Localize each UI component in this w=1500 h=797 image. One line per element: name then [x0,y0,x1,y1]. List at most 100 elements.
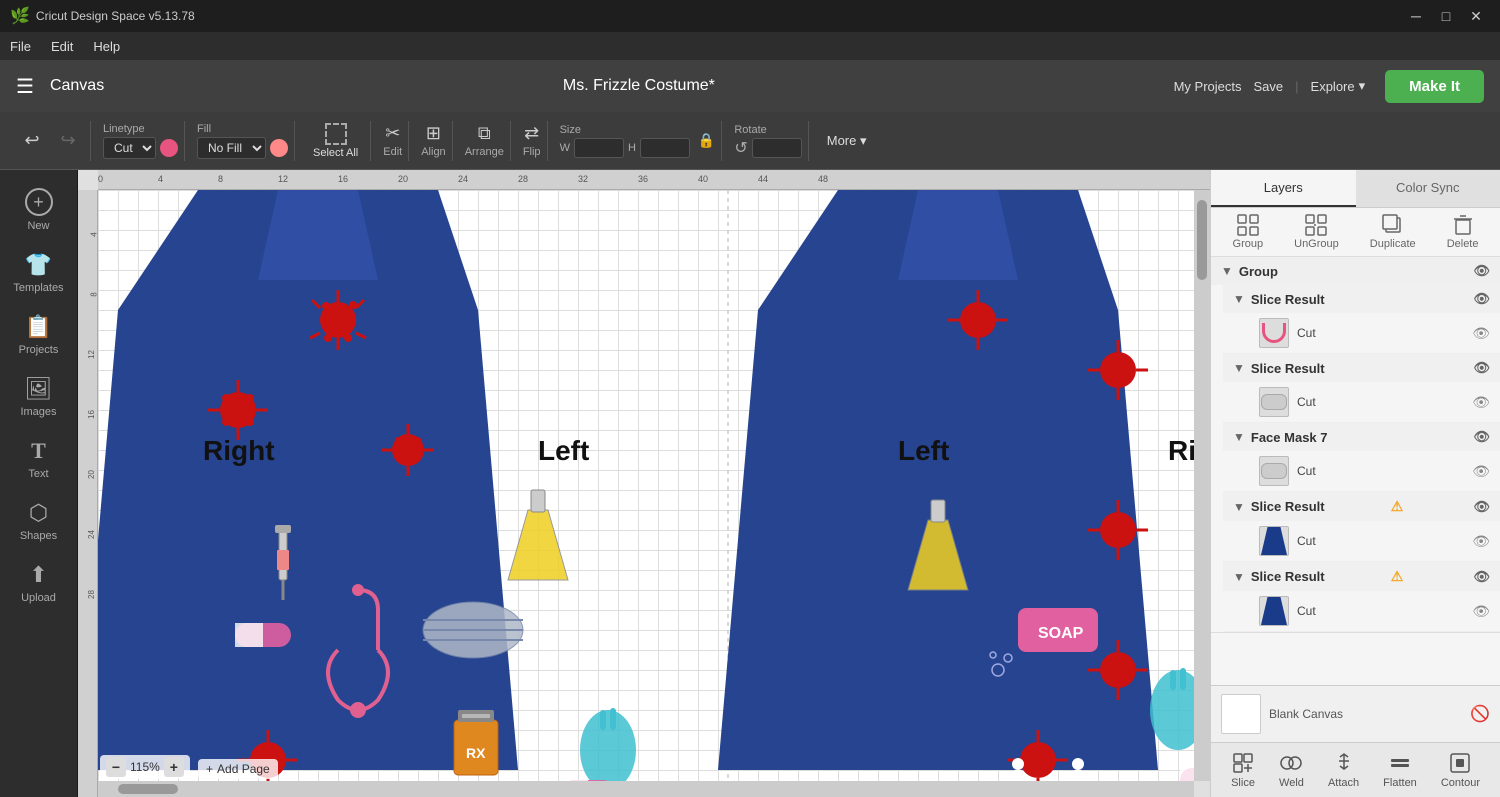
scrollbar-vertical-thumb[interactable] [1197,200,1207,280]
panel-actions: Group UnGroup Duplicate Delete [1211,208,1500,257]
slice3-visibility-icon[interactable]: 👁 [1473,499,1490,515]
slice-result-4-header[interactable]: ▼ Slice Result ⚠ 👁 [1223,562,1500,591]
edit-icon[interactable]: ✂ [385,123,400,144]
sidebar-item-text[interactable]: T Text [4,430,74,488]
flip-label: Flip [523,146,541,158]
sidebar-item-projects[interactable]: 📋 Projects [4,306,74,364]
canvas-content[interactable]: Right Left [98,190,1194,781]
lock-icon[interactable]: 🔒 [698,132,715,149]
contour-button[interactable]: Contour [1441,751,1480,789]
zoom-in-button[interactable]: + [164,757,184,777]
cut5-visibility-icon[interactable]: 👁 [1472,603,1490,620]
cut5-thumb [1259,596,1289,626]
panel-action-bar: Slice Weld Attach Flatten Contour [1211,742,1500,797]
more-button[interactable]: More ▾ [821,133,873,149]
duplicate-label: Duplicate [1370,238,1416,250]
close-button[interactable]: ✕ [1462,2,1490,30]
slice2-visibility-icon[interactable]: 👁 [1473,360,1490,376]
text-label: Text [28,468,48,480]
cut1-item[interactable]: Cut 👁 [1223,313,1500,354]
face-mask-visibility-icon[interactable]: 👁 [1473,429,1490,445]
explore-button[interactable]: Explore▾ [1311,78,1366,94]
maximize-button[interactable]: □ [1432,2,1460,30]
group-header[interactable]: ▼ Group 👁 [1211,257,1500,285]
sidebar-item-shapes[interactable]: ⬡ Shapes [4,492,74,550]
cut4-visibility-icon[interactable]: 👁 [1472,533,1490,550]
size-h-input[interactable] [640,138,690,158]
linetype-color-swatch[interactable] [160,139,178,157]
scrollbar-horizontal-thumb[interactable] [118,784,178,794]
menu-help[interactable]: Help [93,39,120,54]
zoom-out-button[interactable]: − [106,757,126,777]
layers-list[interactable]: ▼ Group 👁 ▼ Slice Result 👁 C [1211,257,1500,685]
cut5-item[interactable]: Cut 👁 [1223,591,1500,632]
h-label: H [628,142,636,154]
face-mask-header[interactable]: ▼ Face Mask 7 👁 [1223,423,1500,451]
menu-edit[interactable]: Edit [51,39,73,54]
tab-color-sync[interactable]: Color Sync [1356,170,1500,207]
undo-redo-section: ↩ ↪ [10,121,91,161]
align-label: Align [421,146,445,158]
slice-result-1-header[interactable]: ▼ Slice Result 👁 [1223,285,1500,313]
redo-button[interactable]: ↪ [52,125,84,157]
sidebar-item-new[interactable]: + New [4,180,74,240]
cut2-item[interactable]: Cut 👁 [1223,382,1500,423]
canvas-area[interactable]: 0 4 8 12 16 20 24 28 32 36 40 44 48 4 8 … [78,170,1210,797]
duplicate-icon [1382,214,1404,236]
align-section: ⊞ Align [415,121,452,161]
scrollbar-vertical[interactable] [1194,190,1210,781]
ungroup-button[interactable]: UnGroup [1294,214,1339,250]
select-all-label: Select All [313,147,358,159]
sidebar-item-upload[interactable]: ⬆ Upload [4,554,74,612]
cut1-visibility-icon[interactable]: 👁 [1472,325,1490,342]
flatten-button[interactable]: Flatten [1383,751,1417,789]
slice-result-3-header[interactable]: ▼ Slice Result ⚠ 👁 [1223,492,1500,521]
cut2-visibility-icon[interactable]: 👁 [1472,394,1490,411]
cut4-item[interactable]: Cut 👁 [1223,521,1500,562]
sidebar-item-templates[interactable]: 👕 Templates [4,244,74,302]
face-mask-label: Face Mask 7 [1251,430,1328,445]
delete-button[interactable]: Delete [1447,214,1479,250]
blank-canvas-visibility-icon[interactable]: 🚫 [1470,704,1490,724]
slice-button[interactable]: Slice [1231,751,1255,789]
rotate-reset-icon[interactable]: ↺ [734,138,747,158]
my-projects-link[interactable]: My Projects [1174,79,1242,94]
add-page-button[interactable]: + Add Page [198,759,278,779]
slice1-visibility-icon[interactable]: 👁 [1473,291,1490,307]
header-divider: | [1295,79,1298,94]
svg-text:RX: RX [466,745,486,761]
rotate-input[interactable] [752,138,802,158]
flip-icon[interactable]: ⇄ [524,123,539,144]
scrollbar-horizontal[interactable] [98,781,1194,797]
slice4-visibility-icon[interactable]: 👁 [1473,569,1490,585]
fill-color-swatch[interactable] [270,139,288,157]
edit-section: ✂ Edit [377,121,409,161]
weld-button[interactable]: Weld [1279,751,1304,789]
save-button[interactable]: Save [1254,79,1284,94]
upload-label: Upload [21,592,56,604]
align-icon[interactable]: ⊞ [426,123,441,144]
slice-result-2-header[interactable]: ▼ Slice Result 👁 [1223,354,1500,382]
make-it-button[interactable]: Make It [1385,70,1484,103]
duplicate-button[interactable]: Duplicate [1370,214,1416,250]
cut3-visibility-icon[interactable]: 👁 [1472,463,1490,480]
minimize-button[interactable]: ─ [1402,2,1430,30]
menu-file[interactable]: File [10,39,31,54]
group-button[interactable]: Group [1233,214,1264,250]
tab-layers[interactable]: Layers [1211,170,1356,207]
select-all-button[interactable]: Select All [307,121,364,161]
linetype-select[interactable]: Cut [103,137,156,159]
canvas-svg: Right Left [98,190,1194,781]
cut3-item[interactable]: Cut 👁 [1223,451,1500,492]
attach-button[interactable]: Attach [1328,751,1359,789]
menubar: File Edit Help [0,32,1500,60]
undo-button[interactable]: ↩ [16,125,48,157]
arrange-icon[interactable]: ⧉ [478,123,491,144]
cut4-thumb-shape [1261,527,1287,555]
hamburger-menu-icon[interactable]: ☰ [16,74,34,99]
fill-select[interactable]: No Fill [197,137,266,159]
sidebar-item-images[interactable]: 🖼 Images [4,368,74,426]
size-w-input[interactable] [574,138,624,158]
group-visibility-icon[interactable]: 👁 [1473,263,1490,279]
titlebar-controls: ─ □ ✕ [1402,2,1490,30]
